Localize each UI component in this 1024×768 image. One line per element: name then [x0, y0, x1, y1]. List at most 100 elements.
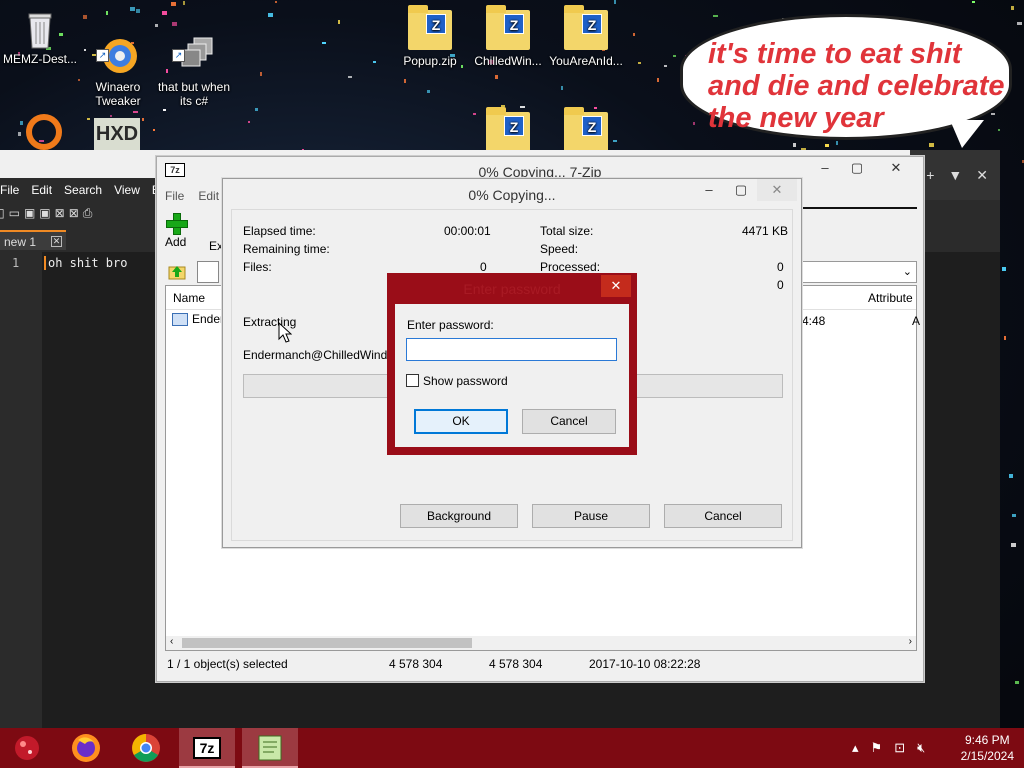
menu-file[interactable]: File	[165, 189, 184, 203]
pause-button[interactable]: Pause	[532, 504, 650, 528]
column-name[interactable]: Name	[173, 291, 205, 305]
password-titlebar: Enter password ✕	[387, 273, 637, 301]
tab-close-icon[interactable]: ✕	[51, 236, 62, 247]
scroll-right-icon[interactable]: ›	[909, 636, 912, 647]
plus-icon[interactable]: +	[926, 167, 934, 183]
file-modified: 4:48	[802, 314, 826, 328]
desktop-icon-label: ChilledWin...	[474, 54, 542, 68]
address-dropdown[interactable]: ⌄	[801, 261, 917, 283]
horizontal-scrollbar[interactable]: ‹ ›	[166, 636, 916, 650]
menu-edit[interactable]: Edit	[198, 189, 219, 203]
maximize-button[interactable]: ▢	[841, 157, 873, 179]
progress-titlebar: 0% Copying... – ▢ ✕	[223, 179, 801, 209]
add-button[interactable]: Add	[165, 213, 188, 249]
background-button[interactable]: Background	[400, 504, 518, 528]
editor-line[interactable]: oh shit bro	[44, 256, 127, 270]
windows-stack-icon: ↗	[172, 22, 216, 67]
confetti-piece	[614, 0, 616, 4]
fm-window-buttons: – ▢ ✕	[809, 157, 919, 179]
show-password-checkbox[interactable]	[406, 374, 419, 387]
chevron-up-icon[interactable]: ▴	[852, 740, 859, 756]
progress-window-buttons: – ▢ ✕	[693, 179, 797, 201]
cancel-button[interactable]: Cancel	[522, 409, 616, 434]
menu-view[interactable]: View	[114, 183, 140, 197]
clock[interactable]: 9:46 PM 2/15/2024	[961, 732, 1014, 764]
scroll-left-icon[interactable]: ‹	[170, 636, 173, 647]
dropdown-icon[interactable]: ▼	[948, 167, 962, 183]
confetti-piece	[183, 1, 185, 5]
desktop-icon-youareanidiot[interactable]: Z YouAreAnId...	[546, 5, 626, 68]
taskbar-firefox[interactable]	[58, 728, 114, 768]
minimize-button[interactable]: –	[693, 179, 725, 201]
hxd-icon[interactable]: HXD	[94, 118, 140, 150]
password-input[interactable]	[406, 338, 617, 361]
bubble-line-3: the new year	[708, 102, 884, 134]
confetti-piece	[348, 76, 352, 78]
confetti-piece	[664, 65, 667, 67]
network-icon[interactable]: ⊡	[894, 740, 905, 756]
add-label: Add	[165, 235, 187, 249]
folder-history-icon[interactable]	[197, 261, 219, 283]
speed-label: Speed:	[540, 242, 579, 256]
column-attributes[interactable]: Attribute	[868, 291, 913, 305]
desktop-icon-label: MEMZ-Dest...	[3, 52, 77, 66]
open-folder-icon[interactable]: ▭	[9, 206, 20, 220]
taskbar-7zip[interactable]: 7z	[179, 728, 235, 768]
recycle-bin-icon	[18, 8, 62, 49]
confetti-piece	[657, 78, 659, 82]
scroll-thumb[interactable]	[182, 638, 472, 648]
flag-icon[interactable]: ⚑	[871, 740, 883, 756]
save-icon[interactable]: ▣	[24, 206, 35, 220]
notepad-toolbar: ▯ ▭ ▣ ▣ ⊠ ⊠ ⎙	[0, 202, 154, 224]
confetti-piece	[1004, 336, 1006, 340]
close-icon[interactable]: ✕	[976, 167, 988, 184]
processed-value: 0	[777, 260, 784, 274]
mouse-cursor-icon	[278, 322, 292, 343]
system-tray: ▴ ⚑ ⊡ 🔇︎	[852, 740, 925, 756]
files-value: 0	[480, 260, 487, 274]
new-file-icon[interactable]: ▯	[0, 206, 5, 220]
cancel-button[interactable]: Cancel	[664, 504, 782, 528]
plus-icon	[165, 213, 188, 235]
desktop-icon-that-but-when[interactable]: ↗ that but when its c#	[154, 8, 234, 122]
up-folder-icon[interactable]	[167, 263, 187, 281]
status-packed: 4 578 304	[489, 657, 543, 671]
confetti-piece	[404, 79, 406, 83]
desktop-icon-winaero[interactable]: ↗ Winaero Tweaker	[78, 8, 158, 122]
total-size-label: Total size:	[540, 224, 594, 238]
taskbar-notepadpp[interactable]	[242, 728, 298, 768]
orange-ring-icon[interactable]	[26, 114, 62, 150]
minimize-button[interactable]: –	[809, 157, 841, 179]
desktop-icon-chilledwin[interactable]: Z ChilledWin...	[468, 5, 548, 68]
menu-file[interactable]: File	[0, 183, 19, 197]
start-button[interactable]	[0, 728, 56, 768]
ok-button[interactable]: OK	[414, 409, 508, 434]
confetti-piece	[1012, 514, 1016, 517]
desktop-icon-recycle-bin[interactable]: MEMZ-Dest...	[0, 8, 80, 66]
menu-edit[interactable]: Edit	[31, 183, 52, 197]
close-button[interactable]: ✕	[601, 275, 631, 297]
fm-menubar: File Edit	[165, 189, 219, 203]
line-number-gutter: 1	[0, 252, 42, 730]
desktop-icon-label: that but when its c#	[157, 80, 231, 108]
7zip-taskbar-icon: 7z	[193, 737, 221, 759]
print-icon[interactable]: ⎙	[83, 206, 93, 221]
close-button[interactable]: ✕	[873, 157, 919, 179]
menu-search[interactable]: Search	[64, 183, 102, 197]
taskbar-chrome[interactable]	[118, 728, 174, 768]
save-all-icon[interactable]: ▣	[39, 206, 50, 220]
zip-folder-icon: Z	[564, 5, 608, 50]
maximize-button[interactable]: ▢	[725, 179, 757, 201]
toolbar-divider	[801, 207, 917, 209]
confetti-piece	[275, 1, 277, 3]
file-attr: A	[912, 314, 921, 328]
volume-muted-icon[interactable]: 🔇︎	[917, 740, 925, 756]
confetti-piece	[338, 20, 340, 24]
desktop-icon-popup-zip[interactable]: Z Popup.zip	[390, 5, 470, 68]
close-button[interactable]: ✕	[757, 179, 797, 201]
close-all-icon[interactable]: ⊠	[69, 206, 79, 220]
list-item[interactable]: Enderr	[172, 312, 228, 326]
tab-new-1[interactable]: new 1 ✕	[0, 230, 66, 250]
close-file-icon[interactable]: ⊠	[55, 206, 65, 220]
confetti-piece	[713, 15, 718, 17]
